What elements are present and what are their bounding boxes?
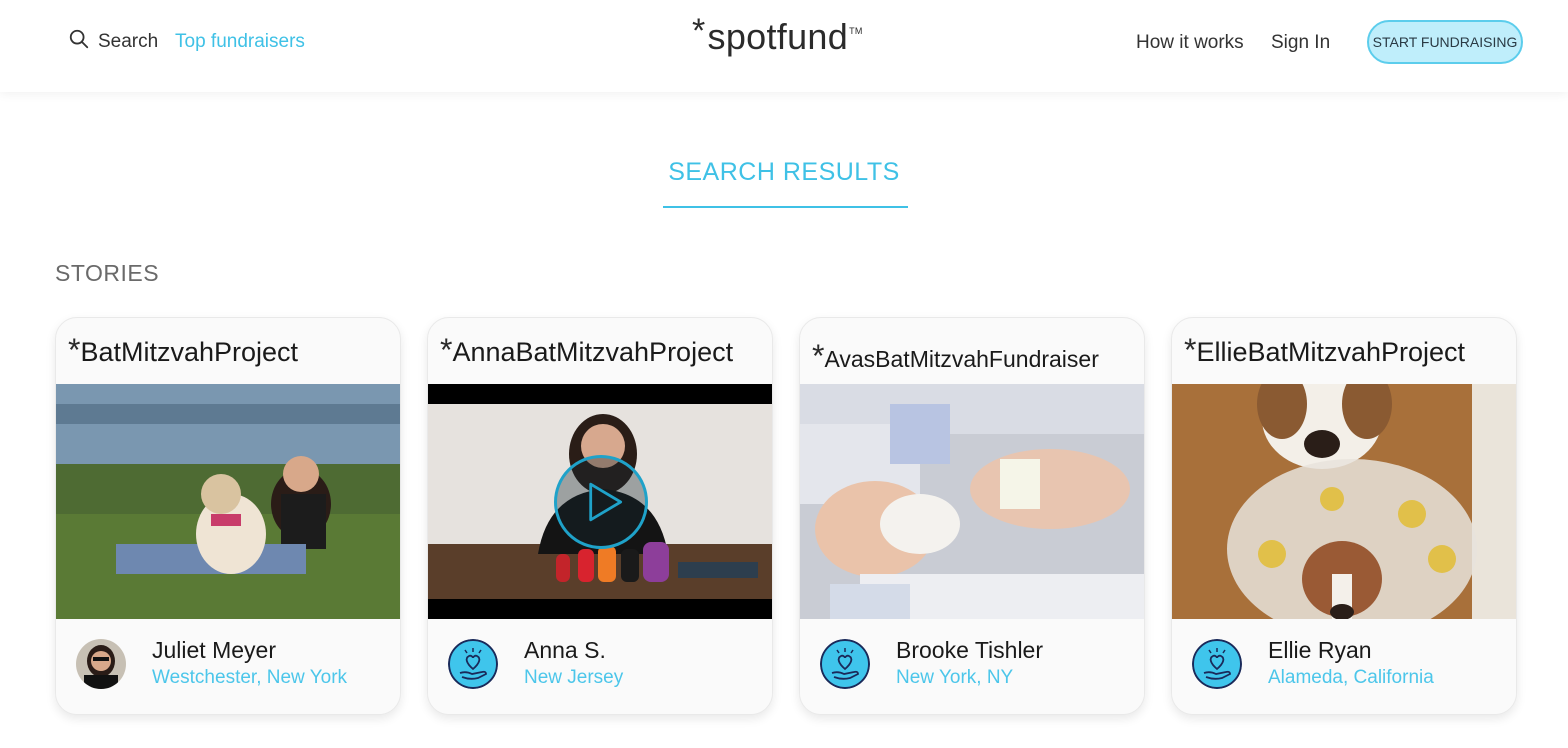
fundraiser-location: New York, NY — [896, 667, 1014, 688]
heading-underline — [663, 206, 908, 208]
story-title-text: BatMitzvahProject — [80, 337, 299, 367]
fundraiser-location: New Jersey — [524, 667, 624, 688]
story-title[interactable]: *AnnaBatMitzvahProject — [440, 332, 733, 369]
fundraiser-location: Alameda, California — [1268, 667, 1434, 688]
asterisk-icon: * — [68, 332, 81, 368]
story-image[interactable] — [56, 384, 400, 619]
story-title[interactable]: *AvasBatMitzvahFundraiser — [812, 338, 1099, 375]
heart-hand-icon — [820, 639, 870, 689]
story-card[interactable]: *BatMitzvahProject Juliet Meyer Westches… — [55, 317, 401, 715]
fundraiser-name[interactable]: Brooke Tishler — [896, 637, 1043, 664]
search-icon — [68, 28, 90, 56]
heart-hand-icon — [448, 639, 498, 689]
avatar[interactable] — [76, 639, 126, 689]
story-video-thumbnail[interactable] — [428, 384, 772, 619]
story-footer: Anna S. New Jersey — [428, 619, 772, 714]
asterisk-icon: * — [440, 332, 453, 368]
site-header: Search Top fundraisers * spotfund TM How… — [0, 0, 1568, 92]
fundraiser-name[interactable]: Anna S. — [524, 637, 606, 664]
sign-in-link[interactable]: Sign In — [1271, 32, 1330, 54]
fundraiser-location: Westchester, New York — [152, 667, 348, 688]
story-footer: Brooke Tishler New York, NY — [800, 619, 1144, 714]
story-title[interactable]: *BatMitzvahProject — [68, 332, 298, 369]
search-label: Search — [98, 31, 159, 52]
story-footer: Juliet Meyer Westchester, New York — [56, 619, 400, 714]
asterisk-icon: * — [1184, 332, 1197, 368]
play-button[interactable] — [554, 455, 648, 549]
search-link[interactable]: Search — [68, 28, 158, 56]
avatar[interactable] — [820, 639, 870, 689]
heart-hand-icon — [1192, 639, 1242, 689]
story-title-text: EllieBatMitzvahProject — [1196, 337, 1466, 367]
story-card[interactable]: *AnnaBatMitzvahProject Anna S. New Jerse… — [427, 317, 773, 715]
story-title[interactable]: *EllieBatMitzvahProject — [1184, 332, 1465, 369]
search-results-heading: SEARCH RESULTS — [668, 158, 900, 186]
logo-trademark: TM — [849, 26, 863, 36]
top-fundraisers-link[interactable]: Top fundraisers — [175, 31, 305, 53]
avatar[interactable] — [448, 639, 498, 689]
story-image[interactable] — [1172, 384, 1516, 619]
story-image[interactable] — [800, 384, 1144, 619]
fundraiser-name[interactable]: Juliet Meyer — [152, 637, 276, 664]
fundraiser-name[interactable]: Ellie Ryan — [1268, 637, 1372, 664]
asterisk-icon: * — [812, 338, 825, 374]
how-it-works-link[interactable]: How it works — [1136, 32, 1244, 54]
avatar[interactable] — [1192, 639, 1242, 689]
story-card[interactable]: *AvasBatMitzvahFundraiser Brooke Tishler… — [799, 317, 1145, 715]
story-card[interactable]: *EllieBatMitzvahProject Ellie Ryan Alame… — [1171, 317, 1517, 715]
story-title-text: AvasBatMitzvahFundraiser — [824, 346, 1099, 372]
play-icon — [589, 482, 623, 522]
spotfund-logo[interactable]: * spotfund TM — [692, 12, 863, 58]
start-fundraising-button[interactable]: START FUNDRAISING — [1367, 20, 1523, 64]
story-footer: Ellie Ryan Alameda, California — [1172, 619, 1516, 714]
logo-text: spotfund — [707, 16, 849, 57]
logo-star: * — [692, 12, 706, 50]
story-title-text: AnnaBatMitzvahProject — [452, 337, 734, 367]
stories-heading: STORIES — [55, 260, 160, 286]
